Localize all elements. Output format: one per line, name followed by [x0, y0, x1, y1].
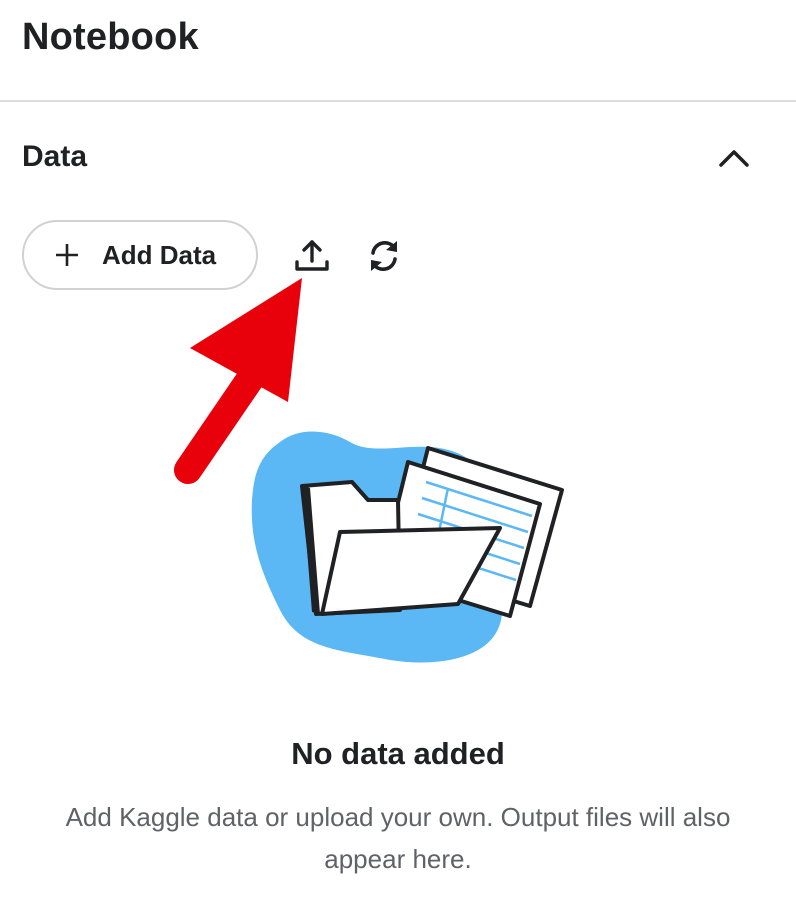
- chevron-up-icon[interactable]: [717, 144, 751, 170]
- folder-with-documents-illustration: [251, 431, 564, 663]
- add-data-label: Add Data: [102, 239, 217, 270]
- empty-state-description: Add Kaggle data or upload your own. Outp…: [65, 802, 731, 874]
- refresh-icon[interactable]: [364, 236, 404, 276]
- empty-state-title: No data added: [291, 736, 505, 771]
- data-section-title: Data: [22, 140, 88, 173]
- page-title: Notebook: [22, 16, 199, 58]
- plus-icon: [56, 244, 78, 266]
- header-divider: [0, 100, 796, 102]
